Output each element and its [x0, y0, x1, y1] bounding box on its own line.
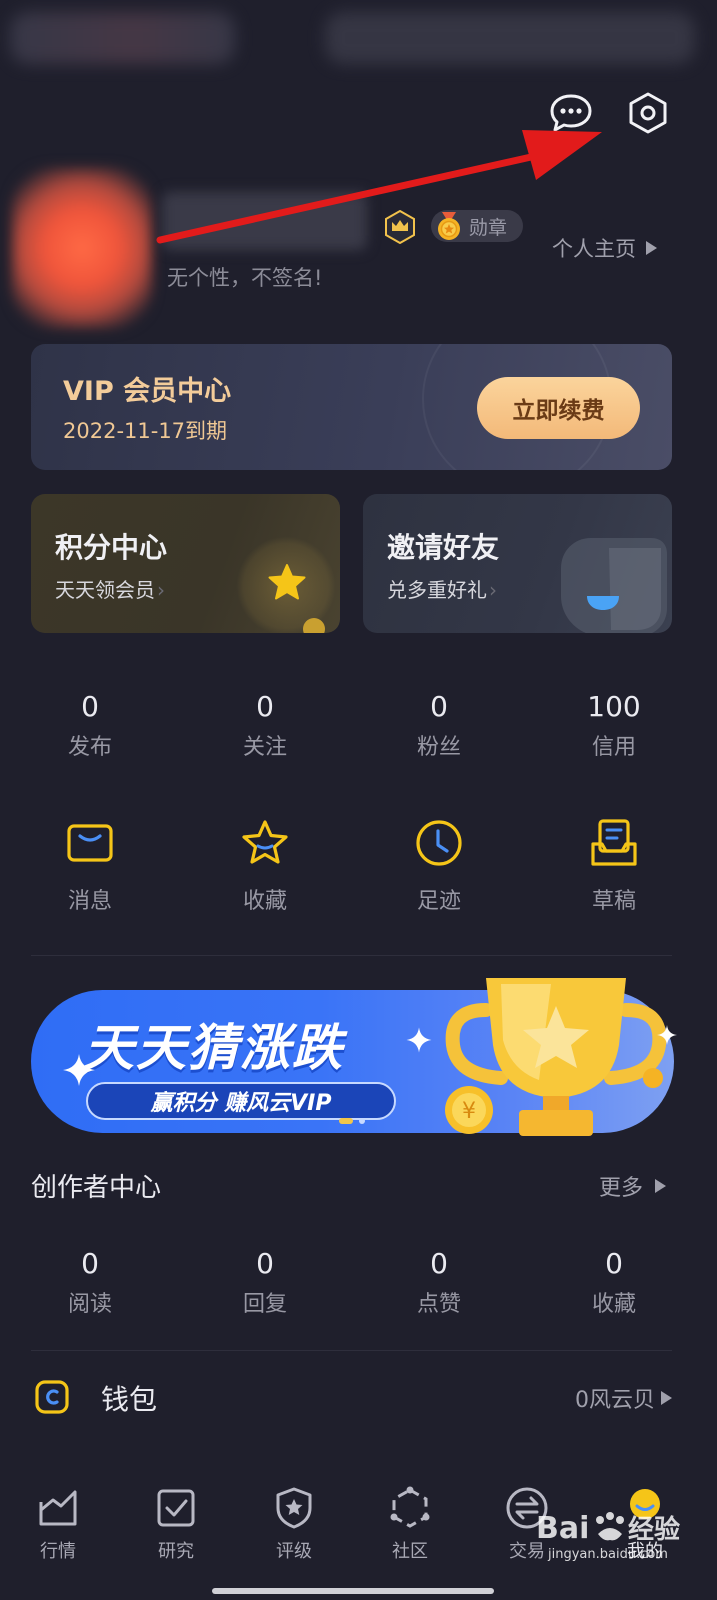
banner-dot-active — [339, 1118, 353, 1124]
annotation-arrow — [156, 130, 602, 244]
wallet-icon — [35, 1380, 69, 1414]
nav-research[interactable]: 研究 — [131, 1485, 221, 1563]
creator-stat-replies[interactable]: 0 回复 — [205, 1247, 325, 1318]
stat-fans[interactable]: 0 粉丝 — [379, 690, 499, 761]
invite-friends-subtitle: 兑多重好礼 › — [387, 578, 497, 602]
gift-shape-icon — [561, 538, 667, 633]
creator-stat-favorites[interactable]: 0 收藏 — [554, 1247, 674, 1318]
creator-center-title: 创作者中心 — [31, 1173, 162, 1203]
creator-stat-reads[interactable]: 0 阅读 — [30, 1247, 150, 1318]
nav-label: 社区 — [392, 1541, 428, 1562]
nav-market[interactable]: 行情 — [13, 1485, 103, 1563]
shortcut-footprints[interactable]: 足迹 — [379, 815, 499, 915]
clock-icon — [416, 820, 462, 866]
divider — [31, 955, 672, 956]
shortcut-label: 消息 — [67, 889, 112, 914]
more-label: 更多 — [599, 1176, 644, 1201]
banner-dot — [359, 1118, 365, 1124]
draft-tray-icon — [591, 819, 637, 866]
stat-value: 0 — [430, 690, 448, 723]
stat-label: 阅读 — [67, 1292, 112, 1317]
nav-community[interactable]: 社区 — [365, 1485, 455, 1563]
shield-star-icon — [276, 1487, 312, 1529]
banner-subtitle: 赢积分 赚风云VIP — [86, 1082, 396, 1120]
stat-value: 0 — [256, 1247, 274, 1280]
wallet-row[interactable]: 钱包 0风云贝 — [31, 1378, 672, 1418]
checkbox-icon — [157, 1489, 195, 1527]
triangle-right-icon — [661, 1391, 672, 1405]
stat-value: 0 — [605, 1247, 623, 1280]
status-bar-right-blurred — [325, 12, 695, 64]
stat-value: 0 — [430, 1247, 448, 1280]
shortcut-label: 足迹 — [416, 889, 461, 914]
stat-label: 粉丝 — [416, 735, 461, 760]
triangle-right-icon — [655, 1179, 667, 1193]
invite-friends-card[interactable]: 邀请好友 兑多重好礼 › — [363, 494, 672, 633]
stat-following[interactable]: 0 关注 — [205, 690, 325, 761]
nav-label: 评级 — [276, 1541, 312, 1562]
creator-more-link[interactable]: 更多 — [599, 1170, 667, 1202]
points-center-title: 积分中心 — [55, 531, 168, 564]
creator-stat-likes[interactable]: 0 点赞 — [379, 1247, 499, 1318]
svg-text:经验: 经验 — [628, 1514, 680, 1545]
renew-button[interactable]: 立即续费 — [477, 377, 640, 439]
stat-label: 关注 — [242, 735, 287, 760]
home-indicator — [212, 1588, 494, 1594]
sparkle-icon — [63, 1054, 95, 1086]
nav-label: 研究 — [158, 1541, 194, 1562]
guess-rise-fall-banner[interactable]: 天天猜涨跌 赢积分 赚风云VIP ¥ — [31, 978, 677, 1136]
points-center-card[interactable]: 积分中心 天天领会员 › — [31, 494, 340, 633]
svg-text:¥: ¥ — [462, 1099, 476, 1124]
stat-value: 0 — [256, 690, 274, 723]
shortcut-favorites[interactable]: 收藏 — [205, 815, 325, 915]
star-icon — [268, 564, 306, 600]
wallet-label: 钱包 — [101, 1383, 158, 1416]
community-hexagon-icon — [390, 1486, 430, 1528]
stat-credit[interactable]: 100 信用 — [554, 690, 674, 761]
vip-member-card[interactable]: VIP 会员中心 2022-11-17到期 立即续费 — [31, 344, 672, 470]
trophy-icon: ¥ — [445, 978, 677, 1136]
triangle-right-icon — [646, 241, 657, 255]
settings-button[interactable] — [625, 90, 671, 136]
stat-label: 收藏 — [591, 1292, 636, 1317]
market-chart-icon — [39, 1490, 77, 1526]
nav-rating[interactable]: 评级 — [249, 1485, 339, 1563]
banner-title: 天天猜涨跌 — [84, 1019, 344, 1077]
vip-expire-date: 2022-11-17到期 — [63, 419, 228, 443]
shortcut-drafts[interactable]: 草稿 — [554, 815, 674, 915]
stat-value: 0 — [81, 690, 99, 723]
status-bar-left-blurred — [10, 12, 235, 64]
vip-title: VIP 会员中心 — [63, 376, 232, 407]
nav-label: 行情 — [40, 1541, 76, 1562]
stat-value: 0 — [81, 1247, 99, 1280]
stat-label: 信用 — [591, 735, 636, 760]
stat-label: 回复 — [242, 1292, 287, 1317]
stat-label: 发布 — [67, 735, 112, 760]
svg-text:Bai: Bai — [536, 1511, 589, 1546]
baidu-jingyan-watermark-logo: Bai 经验 jingyan.baidu.com — [536, 1511, 680, 1562]
svg-text:jingyan.baidu.com: jingyan.baidu.com — [547, 1547, 668, 1562]
shortcut-messages[interactable]: 消息 — [30, 815, 150, 915]
envelope-icon — [67, 824, 113, 862]
stat-label: 点赞 — [416, 1292, 461, 1317]
star-icon — [242, 820, 288, 864]
sparkle-icon — [406, 1027, 432, 1053]
stat-publish[interactable]: 0 发布 — [30, 690, 150, 761]
avatar[interactable] — [12, 168, 152, 328]
shortcut-label: 草稿 — [591, 889, 636, 914]
wallet-value: 0风云贝 — [575, 1382, 672, 1414]
shortcut-label: 收藏 — [242, 889, 287, 914]
divider — [31, 1350, 672, 1351]
invite-friends-title: 邀请好友 — [387, 531, 500, 564]
hexagon-settings-icon — [629, 92, 667, 134]
points-center-subtitle: 天天领会员 › — [55, 578, 165, 602]
banner-page-dots — [339, 1118, 365, 1124]
stat-value: 100 — [587, 690, 641, 723]
signature-text: 无个性，不签名! — [167, 266, 323, 290]
points-dot-decoration — [303, 618, 325, 633]
